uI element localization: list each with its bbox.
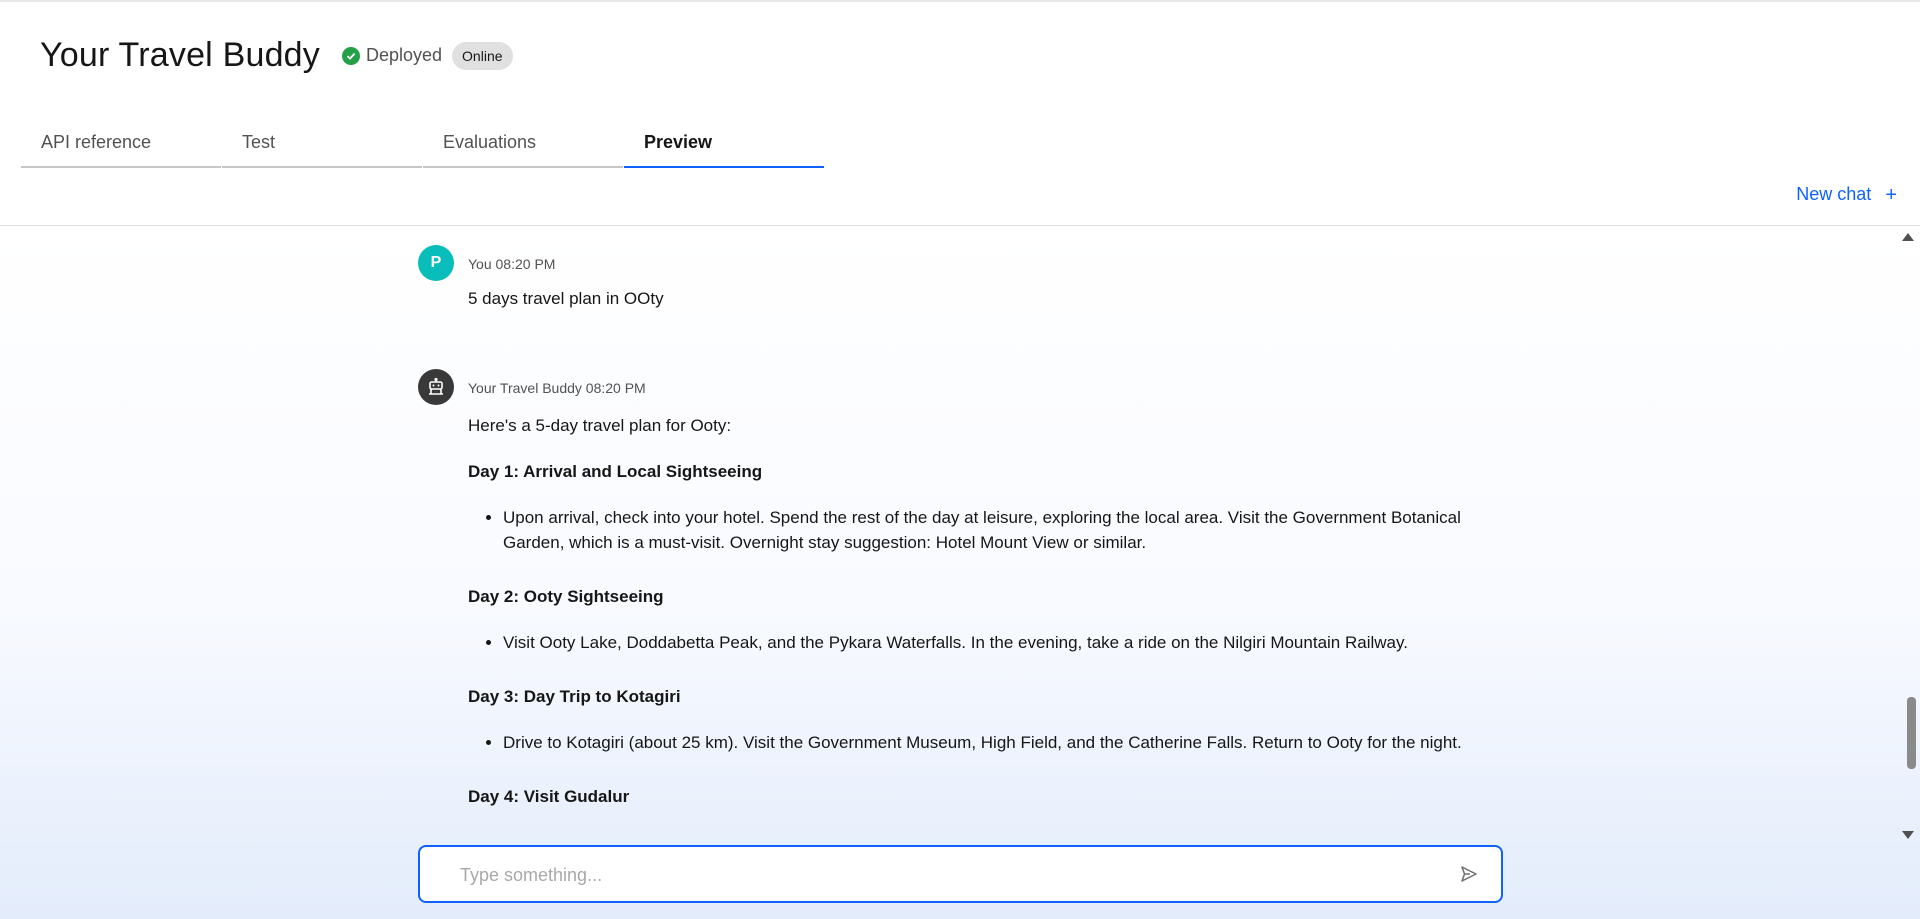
bot-message: Your Travel Buddy 08:20 PM Here's a 5-da…	[418, 369, 1478, 919]
sender-name: Your Travel Buddy	[468, 380, 582, 396]
day-heading: Day 1: Arrival and Local Sightseeing	[468, 462, 763, 481]
tab-api-reference[interactable]: API reference	[21, 114, 221, 168]
day-heading: Day 4: Visit Gudalur	[468, 787, 630, 806]
list-item: Drive to Kotagiri (about 25 km). Visit t…	[503, 730, 1478, 755]
tab-preview[interactable]: Preview	[624, 114, 824, 168]
message-input[interactable]	[460, 861, 1440, 889]
message-time: 08:20 PM	[495, 256, 556, 272]
page-title: Your Travel Buddy	[40, 36, 320, 74]
scroll-up-arrow[interactable]	[1902, 233, 1914, 241]
scrollbar-thumb[interactable]	[1907, 697, 1916, 769]
tab-test[interactable]: Test	[222, 114, 422, 168]
scroll-down-arrow[interactable]	[1902, 831, 1914, 839]
message-time: 08:20 PM	[585, 380, 646, 396]
status-label: Deployed	[365, 45, 443, 65]
message-composer	[418, 845, 1503, 903]
day-heading: Day 2: Ooty Sightseeing	[468, 587, 664, 606]
checkmark-icon	[341, 46, 360, 65]
new-chat-label: New chat	[1796, 184, 1872, 204]
title-row: Your Travel Buddy Deployed Online	[40, 36, 513, 75]
list-item: Upon arrival, check into your hotel. Spe…	[503, 505, 1478, 555]
plus-icon: +	[1885, 183, 1897, 206]
day-heading: Day 3: Day Trip to Kotagiri	[468, 687, 681, 706]
intro-text: Here's a 5-day travel plan for Ooty:	[468, 416, 732, 435]
page-header: Your Travel Buddy Deployed Online API re…	[0, 2, 1920, 226]
tab-bar: API reference Test Evaluations Preview	[21, 114, 825, 168]
deploy-status: Deployed	[341, 45, 443, 66]
day-list: Visit Ooty Lake, Doddabetta Peak, and th…	[468, 630, 1478, 655]
user-message: P You 08:20 PM 5 days travel plan in OOt…	[418, 245, 1478, 325]
message-body: Here's a 5-day travel plan for Ooty: Day…	[468, 413, 1478, 809]
sender-name: You	[468, 256, 492, 272]
status-badge: Online	[452, 41, 513, 70]
message-text: 5 days travel plan in OOty	[468, 289, 664, 308]
send-icon[interactable]	[1459, 864, 1479, 884]
day-list: Drive to Kotagiri (about 25 km). Visit t…	[468, 730, 1478, 755]
chat-transcript[interactable]: P You 08:20 PM 5 days travel plan in OOt…	[0, 227, 1920, 919]
day-list: Upon arrival, check into your hotel. Spe…	[468, 505, 1478, 555]
new-chat-button[interactable]: New chat +	[1796, 184, 1897, 205]
message-meta: You 08:20 PM	[468, 256, 555, 272]
message-meta: Your Travel Buddy 08:20 PM	[468, 380, 646, 396]
avatar: P	[418, 245, 454, 281]
robot-icon	[418, 369, 454, 405]
list-item: Visit Ooty Lake, Doddabetta Peak, and th…	[503, 630, 1478, 655]
tab-evaluations[interactable]: Evaluations	[423, 114, 623, 168]
